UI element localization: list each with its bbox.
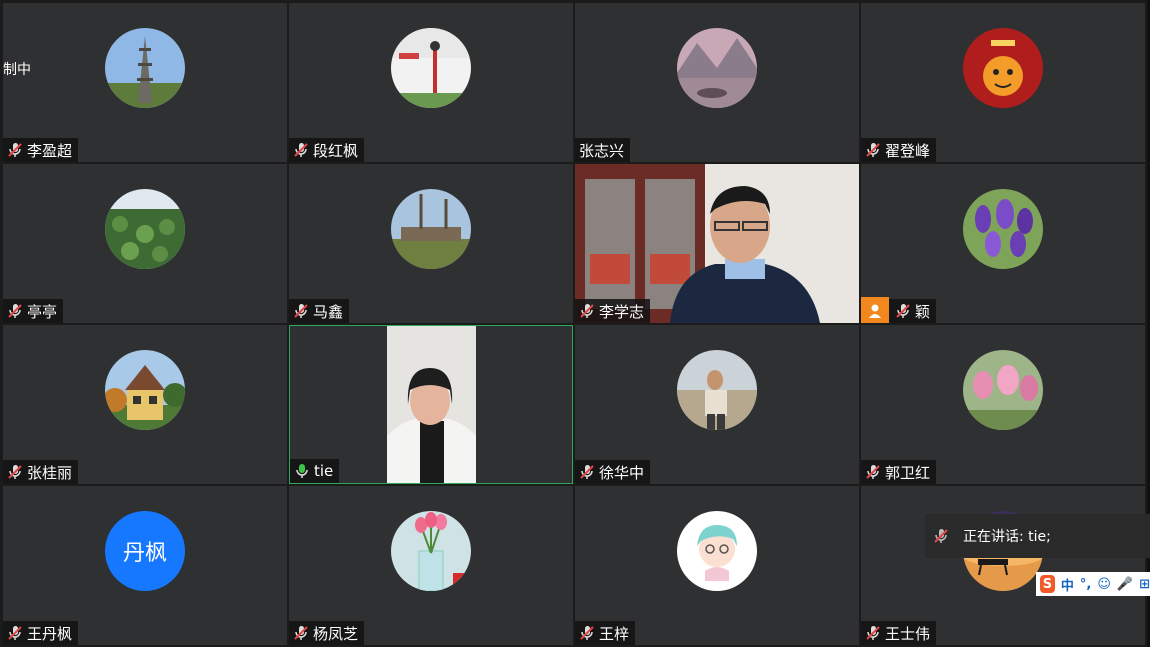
participant-name: 颖 — [915, 302, 931, 321]
participant-tile-active[interactable]: tie — [289, 325, 573, 484]
participant-name: 张志兴 — [579, 141, 625, 160]
name-tag: 杨凤芝 — [289, 621, 365, 645]
name-tag: 王梓 — [575, 621, 636, 645]
participant-name: 王梓 — [599, 624, 630, 643]
sogou-logo-icon: S — [1040, 575, 1055, 593]
avatar — [105, 28, 185, 108]
mic-active-icon — [296, 464, 308, 478]
participant-tile[interactable]: 徐华中 — [575, 325, 859, 484]
participant-tile[interactable]: 丹枫 王丹枫 — [3, 486, 287, 645]
name-tag: 王丹枫 — [3, 621, 79, 645]
mic-muted-icon — [580, 304, 594, 318]
avatar — [105, 189, 185, 269]
name-tag: tie — [290, 459, 340, 483]
participant-tile[interactable]: 翟登峰 — [861, 3, 1145, 162]
participant-tile[interactable]: 王梓 — [575, 486, 859, 645]
participant-name: 李学志 — [599, 302, 645, 321]
mic-muted-icon — [294, 143, 308, 157]
participant-name: 徐华中 — [599, 463, 645, 482]
speaking-label: 正在讲话: tie; — [963, 529, 1051, 545]
mic-muted-icon — [866, 626, 880, 640]
avatar — [963, 189, 1043, 269]
participant-tile[interactable]: 李学志 — [575, 164, 859, 323]
participant-tile[interactable]: 杨凤芝 — [289, 486, 573, 645]
mic-muted-icon — [866, 143, 880, 157]
ime-punctuation[interactable]: °, — [1080, 577, 1091, 592]
mic-muted-icon — [294, 626, 308, 640]
name-tag: 张桂丽 — [3, 460, 79, 484]
name-tag: 亭亭 — [3, 299, 64, 323]
mic-muted-icon — [8, 304, 22, 318]
participant-tile[interactable]: 张志兴 — [575, 3, 859, 162]
participant-tile[interactable]: 颖 — [861, 164, 1145, 323]
participant-tile[interactable]: 王士伟 — [861, 486, 1145, 645]
mic-muted-icon — [580, 626, 594, 640]
avatar — [963, 350, 1043, 430]
participant-name: 杨凤芝 — [313, 624, 359, 643]
name-tag: 张志兴 — [575, 138, 631, 162]
avatar — [105, 350, 185, 430]
name-tag: 徐华中 — [575, 460, 651, 484]
name-tag: 李盈超 — [3, 138, 79, 162]
avatar-initials: 丹枫 — [105, 511, 185, 591]
mic-muted-icon — [580, 465, 594, 479]
user-badge-icon — [861, 297, 889, 323]
participant-tile[interactable]: 马鑫 — [289, 164, 573, 323]
mic-muted-icon — [8, 626, 22, 640]
participant-tile[interactable]: 制中 李盈超 — [3, 3, 287, 162]
avatar — [677, 350, 757, 430]
participant-tile[interactable]: 张桂丽 — [3, 325, 287, 484]
name-tag: 段红枫 — [289, 138, 365, 162]
name-tag: 王士伟 — [861, 621, 937, 645]
avatar — [677, 28, 757, 108]
participant-name: 王丹枫 — [27, 624, 73, 643]
avatar — [963, 28, 1043, 108]
avatar — [391, 28, 471, 108]
ime-chinese-mode[interactable]: 中 — [1061, 575, 1074, 594]
name-tag: 颖 — [861, 297, 937, 323]
name-tag: 李学志 — [575, 299, 651, 323]
mic-muted-icon — [8, 465, 22, 479]
toolbox-icon[interactable]: ⊞ — [1139, 577, 1150, 592]
ime-toolbar[interactable]: S 中 °, ☺ 🎤 ⊞ — [1036, 572, 1150, 596]
name-tag: 马鑫 — [289, 299, 350, 323]
participant-name: 张桂丽 — [27, 463, 73, 482]
mic-muted-icon — [896, 304, 910, 318]
mic-muted-icon — [294, 304, 308, 318]
name-tag: 郭卫红 — [861, 460, 937, 484]
speaking-indicator: 正在讲话: tie; — [925, 514, 1150, 558]
avatar — [677, 511, 757, 591]
participant-name: tie — [314, 462, 334, 480]
participant-name: 段红枫 — [313, 141, 359, 160]
voice-input-icon[interactable]: 🎤 — [1117, 577, 1133, 592]
name-tag: 翟登峰 — [861, 138, 937, 162]
mic-muted-icon — [866, 465, 880, 479]
participant-tile[interactable]: 亭亭 — [3, 164, 287, 323]
participant-tile[interactable]: 郭卫红 — [861, 325, 1145, 484]
mic-muted-icon — [8, 143, 22, 157]
participant-tile[interactable]: 段红枫 — [289, 3, 573, 162]
participant-name: 王士伟 — [885, 624, 931, 643]
participant-name: 李盈超 — [27, 141, 73, 160]
participant-name: 马鑫 — [313, 302, 344, 321]
emoji-icon[interactable]: ☺ — [1097, 577, 1111, 592]
avatar-initials-text: 丹枫 — [122, 541, 167, 566]
participant-name: 翟登峰 — [885, 141, 931, 160]
participant-name: 亭亭 — [27, 302, 58, 321]
status-text: 制中 — [3, 62, 31, 78]
avatar — [391, 189, 471, 269]
mic-muted-icon — [934, 529, 948, 543]
avatar — [391, 511, 471, 591]
participant-name: 郭卫红 — [885, 463, 931, 482]
